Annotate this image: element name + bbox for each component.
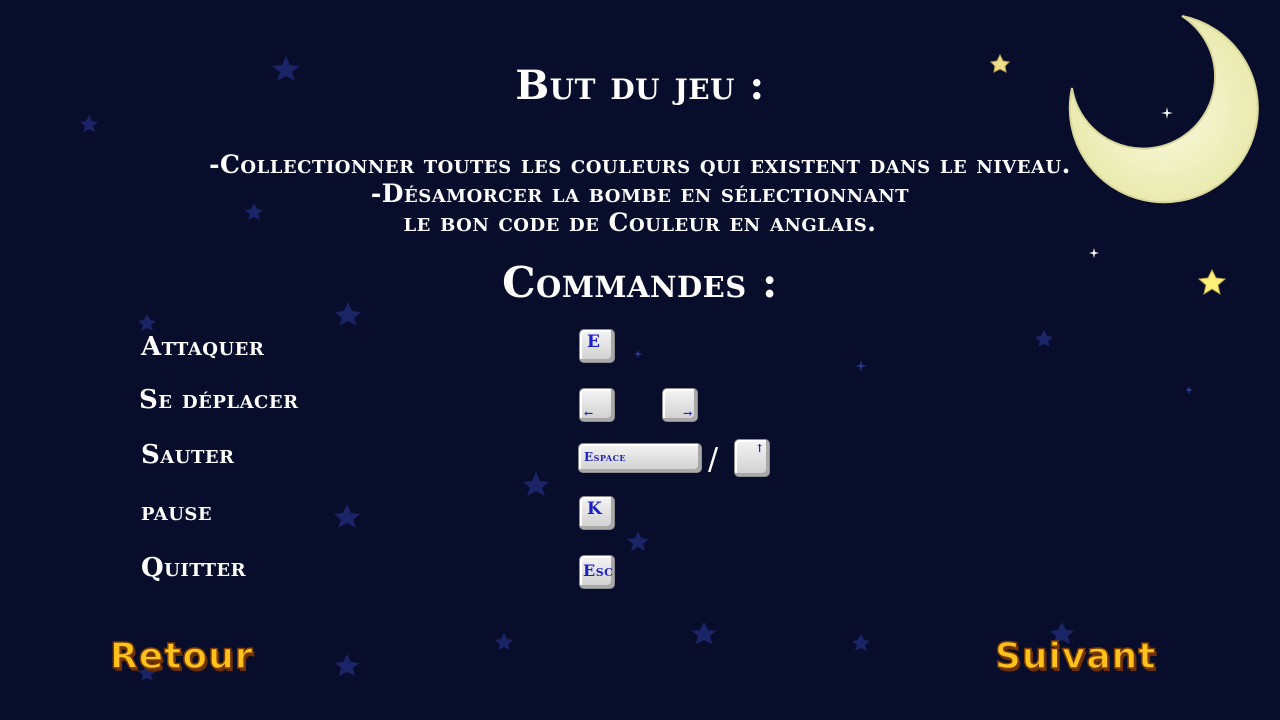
key-left-arrow: ← bbox=[579, 388, 615, 422]
goal-line-3: le bon code de Couleur en anglais. bbox=[403, 208, 877, 237]
key-space-label: Espace bbox=[584, 450, 627, 464]
key-esc: Esc bbox=[579, 555, 615, 589]
star-icon bbox=[1035, 330, 1053, 347]
key-e-label: E bbox=[587, 332, 600, 352]
key-right-arrow: → bbox=[662, 388, 698, 422]
goal-title: But du jeu : bbox=[515, 62, 765, 109]
pause-label: pause bbox=[141, 497, 213, 527]
star-icon bbox=[335, 654, 359, 676]
goal-line-1: -Collectionner toutes les couleurs qui e… bbox=[209, 150, 1071, 179]
key-k-label: K bbox=[587, 499, 602, 519]
next-button[interactable]: Suivant bbox=[994, 635, 1157, 678]
star-icon bbox=[852, 634, 870, 651]
key-separator: / bbox=[708, 442, 719, 477]
sparkle-icon bbox=[855, 360, 867, 372]
back-button[interactable]: Retour bbox=[109, 635, 253, 678]
star-icon bbox=[627, 531, 649, 551]
star-icon bbox=[138, 314, 156, 331]
star-icon bbox=[495, 633, 513, 650]
key-up-arrow: ↑ bbox=[734, 439, 770, 477]
quit-label: Quitter bbox=[141, 553, 247, 583]
attack-label: Attaquer bbox=[141, 332, 265, 362]
star-icon bbox=[523, 472, 549, 496]
key-e: E bbox=[579, 329, 615, 363]
star-icon bbox=[334, 504, 360, 528]
jump-label: Sauter bbox=[141, 440, 235, 470]
goal-line-2: -Désamorcer la bombe en sélectionnant bbox=[370, 179, 910, 208]
key-esc-label: Esc bbox=[583, 561, 614, 580]
key-space: Espace bbox=[578, 443, 702, 473]
sparkle-icon bbox=[634, 350, 642, 358]
sparkle-icon bbox=[1185, 386, 1193, 394]
goal-description: -Collectionner toutes les couleurs qui e… bbox=[0, 150, 1280, 237]
up-arrow-icon: ↑ bbox=[755, 442, 765, 455]
star-icon bbox=[692, 622, 716, 644]
commands-title: Commandes : bbox=[502, 258, 778, 307]
left-arrow-icon: ← bbox=[584, 407, 594, 420]
right-arrow-icon: → bbox=[683, 407, 693, 420]
move-label: Se déplacer bbox=[139, 385, 299, 415]
key-k: K bbox=[579, 496, 615, 530]
sparkle-icon bbox=[1089, 248, 1099, 258]
star-icon bbox=[80, 115, 98, 132]
